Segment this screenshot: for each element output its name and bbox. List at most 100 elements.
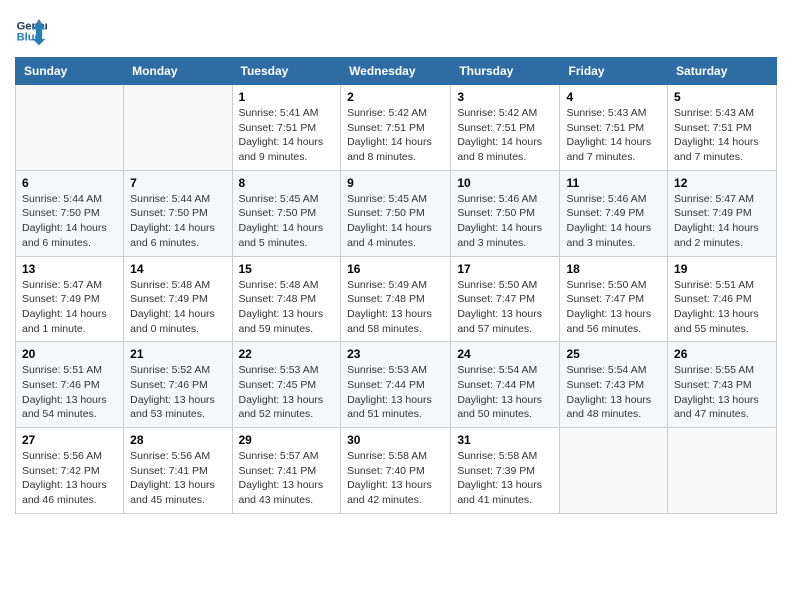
calendar-cell: 1Sunrise: 5:41 AM Sunset: 7:51 PM Daylig… bbox=[232, 85, 341, 171]
calendar-week-2: 6 Sunrise: 5:44 AM Sunset: 7:50 PM Daylig… bbox=[16, 170, 777, 256]
day-info: Sunrise: 5:50 AM Sunset: 7:47 PM Dayligh… bbox=[457, 278, 553, 337]
day-info: Sunrise: 5:53 AM Sunset: 7:45 PM Dayligh… bbox=[239, 363, 335, 422]
calendar-cell bbox=[668, 428, 777, 514]
day-info: Sunrise: 5:52 AM Sunset: 7:46 PM Dayligh… bbox=[130, 363, 225, 422]
day-number: 12 bbox=[674, 176, 770, 190]
day-number: 30 bbox=[347, 433, 444, 447]
day-info: Sunrise: 5:42 AM Sunset: 7:51 PM Dayligh… bbox=[457, 106, 553, 165]
calendar-header-row: SundayMondayTuesdayWednesdayThursdayFrid… bbox=[16, 58, 777, 85]
calendar-cell: 27Sunrise: 5:56 AM Sunset: 7:42 PM Dayli… bbox=[16, 428, 124, 514]
day-number: 8 bbox=[239, 176, 335, 190]
calendar-cell: 17 Sunrise: 5:50 AM Sunset: 7:47 PM Dayli… bbox=[451, 256, 560, 342]
calendar-cell: 20 Sunrise: 5:51 AM Sunset: 7:46 PM Dayli… bbox=[16, 342, 124, 428]
calendar-cell: 13Sunrise: 5:47 AM Sunset: 7:49 PM Dayli… bbox=[16, 256, 124, 342]
day-number: 25 bbox=[566, 347, 661, 361]
day-info: Sunrise: 5:58 AM Sunset: 7:40 PM Dayligh… bbox=[347, 449, 444, 508]
day-number: 21 bbox=[130, 347, 225, 361]
calendar-cell: 23Sunrise: 5:53 AM Sunset: 7:44 PM Dayli… bbox=[341, 342, 451, 428]
header-wednesday: Wednesday bbox=[341, 58, 451, 85]
calendar-cell: 18 Sunrise: 5:50 AM Sunset: 7:47 PM Dayli… bbox=[560, 256, 668, 342]
day-number: 27 bbox=[22, 433, 117, 447]
calendar-cell: 9Sunrise: 5:45 AM Sunset: 7:50 PM Daylig… bbox=[341, 170, 451, 256]
day-number: 11 bbox=[566, 176, 661, 190]
day-number: 22 bbox=[239, 347, 335, 361]
header-sunday: Sunday bbox=[16, 58, 124, 85]
day-number: 20 bbox=[22, 347, 117, 361]
day-number: 10 bbox=[457, 176, 553, 190]
day-info: Sunrise: 5:51 AM Sunset: 7:46 PM Dayligh… bbox=[22, 363, 117, 422]
calendar-cell: 12 Sunrise: 5:47 AM Sunset: 7:49 PM Dayli… bbox=[668, 170, 777, 256]
day-number: 7 bbox=[130, 176, 225, 190]
day-info: Sunrise: 5:48 AM Sunset: 7:49 PM Dayligh… bbox=[130, 278, 225, 337]
header-monday: Monday bbox=[124, 58, 232, 85]
calendar-cell: 28Sunrise: 5:56 AM Sunset: 7:41 PM Dayli… bbox=[124, 428, 232, 514]
day-number: 14 bbox=[130, 262, 225, 276]
day-number: 6 bbox=[22, 176, 117, 190]
day-number: 15 bbox=[239, 262, 335, 276]
calendar-cell: 5 Sunrise: 5:43 AM Sunset: 7:51 PM Daylig… bbox=[668, 85, 777, 171]
calendar-cell: 29Sunrise: 5:57 AM Sunset: 7:41 PM Dayli… bbox=[232, 428, 341, 514]
calendar-week-1: 1Sunrise: 5:41 AM Sunset: 7:51 PM Daylig… bbox=[16, 85, 777, 171]
calendar-cell: 15Sunrise: 5:48 AM Sunset: 7:48 PM Dayli… bbox=[232, 256, 341, 342]
day-number: 28 bbox=[130, 433, 225, 447]
logo: General Blue bbox=[15, 15, 51, 47]
calendar-cell: 19 Sunrise: 5:51 AM Sunset: 7:46 PM Dayli… bbox=[668, 256, 777, 342]
day-info: Sunrise: 5:55 AM Sunset: 7:43 PM Dayligh… bbox=[674, 363, 770, 422]
calendar-cell: 21 Sunrise: 5:52 AM Sunset: 7:46 PM Dayli… bbox=[124, 342, 232, 428]
day-number: 2 bbox=[347, 90, 444, 104]
header-tuesday: Tuesday bbox=[232, 58, 341, 85]
calendar-cell: 6 Sunrise: 5:44 AM Sunset: 7:50 PM Daylig… bbox=[16, 170, 124, 256]
day-info: Sunrise: 5:46 AM Sunset: 7:49 PM Dayligh… bbox=[566, 192, 661, 251]
day-number: 5 bbox=[674, 90, 770, 104]
day-number: 3 bbox=[457, 90, 553, 104]
day-info: Sunrise: 5:46 AM Sunset: 7:50 PM Dayligh… bbox=[457, 192, 553, 251]
calendar-cell: 8 Sunrise: 5:45 AM Sunset: 7:50 PM Daylig… bbox=[232, 170, 341, 256]
day-number: 26 bbox=[674, 347, 770, 361]
day-number: 19 bbox=[674, 262, 770, 276]
calendar-cell: 3 Sunrise: 5:42 AM Sunset: 7:51 PM Daylig… bbox=[451, 85, 560, 171]
calendar-cell: 4 Sunrise: 5:43 AM Sunset: 7:51 PM Daylig… bbox=[560, 85, 668, 171]
day-info: Sunrise: 5:45 AM Sunset: 7:50 PM Dayligh… bbox=[239, 192, 335, 251]
day-number: 4 bbox=[566, 90, 661, 104]
day-info: Sunrise: 5:47 AM Sunset: 7:49 PM Dayligh… bbox=[674, 192, 770, 251]
day-info: Sunrise: 5:54 AM Sunset: 7:44 PM Dayligh… bbox=[457, 363, 553, 422]
day-number: 18 bbox=[566, 262, 661, 276]
day-number: 17 bbox=[457, 262, 553, 276]
day-info: Sunrise: 5:54 AM Sunset: 7:43 PM Dayligh… bbox=[566, 363, 661, 422]
page-header: General Blue bbox=[15, 15, 777, 47]
day-number: 16 bbox=[347, 262, 444, 276]
day-info: Sunrise: 5:44 AM Sunset: 7:50 PM Dayligh… bbox=[130, 192, 225, 251]
day-info: Sunrise: 5:44 AM Sunset: 7:50 PM Dayligh… bbox=[22, 192, 117, 251]
calendar-cell: 14 Sunrise: 5:48 AM Sunset: 7:49 PM Dayli… bbox=[124, 256, 232, 342]
day-number: 29 bbox=[239, 433, 335, 447]
calendar-cell: 11 Sunrise: 5:46 AM Sunset: 7:49 PM Dayli… bbox=[560, 170, 668, 256]
day-info: Sunrise: 5:51 AM Sunset: 7:46 PM Dayligh… bbox=[674, 278, 770, 337]
header-friday: Friday bbox=[560, 58, 668, 85]
calendar-table: SundayMondayTuesdayWednesdayThursdayFrid… bbox=[15, 57, 777, 514]
calendar-cell: 10 Sunrise: 5:46 AM Sunset: 7:50 PM Dayli… bbox=[451, 170, 560, 256]
day-info: Sunrise: 5:45 AM Sunset: 7:50 PM Dayligh… bbox=[347, 192, 444, 251]
calendar-cell bbox=[560, 428, 668, 514]
day-number: 31 bbox=[457, 433, 553, 447]
calendar-week-3: 13Sunrise: 5:47 AM Sunset: 7:49 PM Dayli… bbox=[16, 256, 777, 342]
day-info: Sunrise: 5:49 AM Sunset: 7:48 PM Dayligh… bbox=[347, 278, 444, 337]
day-info: Sunrise: 5:42 AM Sunset: 7:51 PM Dayligh… bbox=[347, 106, 444, 165]
day-number: 13 bbox=[22, 262, 117, 276]
calendar-week-5: 27Sunrise: 5:56 AM Sunset: 7:42 PM Dayli… bbox=[16, 428, 777, 514]
day-info: Sunrise: 5:50 AM Sunset: 7:47 PM Dayligh… bbox=[566, 278, 661, 337]
calendar-cell: 30 Sunrise: 5:58 AM Sunset: 7:40 PM Dayli… bbox=[341, 428, 451, 514]
day-info: Sunrise: 5:43 AM Sunset: 7:51 PM Dayligh… bbox=[566, 106, 661, 165]
day-info: Sunrise: 5:43 AM Sunset: 7:51 PM Dayligh… bbox=[674, 106, 770, 165]
calendar-cell: 22 Sunrise: 5:53 AM Sunset: 7:45 PM Dayli… bbox=[232, 342, 341, 428]
calendar-cell: 25 Sunrise: 5:54 AM Sunset: 7:43 PM Dayli… bbox=[560, 342, 668, 428]
calendar-week-4: 20 Sunrise: 5:51 AM Sunset: 7:46 PM Dayli… bbox=[16, 342, 777, 428]
calendar-cell: 31Sunrise: 5:58 AM Sunset: 7:39 PM Dayli… bbox=[451, 428, 560, 514]
calendar-cell: 16 Sunrise: 5:49 AM Sunset: 7:48 PM Dayli… bbox=[341, 256, 451, 342]
calendar-cell: 26 Sunrise: 5:55 AM Sunset: 7:43 PM Dayli… bbox=[668, 342, 777, 428]
calendar-cell: 7 Sunrise: 5:44 AM Sunset: 7:50 PM Daylig… bbox=[124, 170, 232, 256]
calendar-cell: 24 Sunrise: 5:54 AM Sunset: 7:44 PM Dayli… bbox=[451, 342, 560, 428]
header-saturday: Saturday bbox=[668, 58, 777, 85]
calendar-cell bbox=[124, 85, 232, 171]
calendar-cell bbox=[16, 85, 124, 171]
day-number: 24 bbox=[457, 347, 553, 361]
